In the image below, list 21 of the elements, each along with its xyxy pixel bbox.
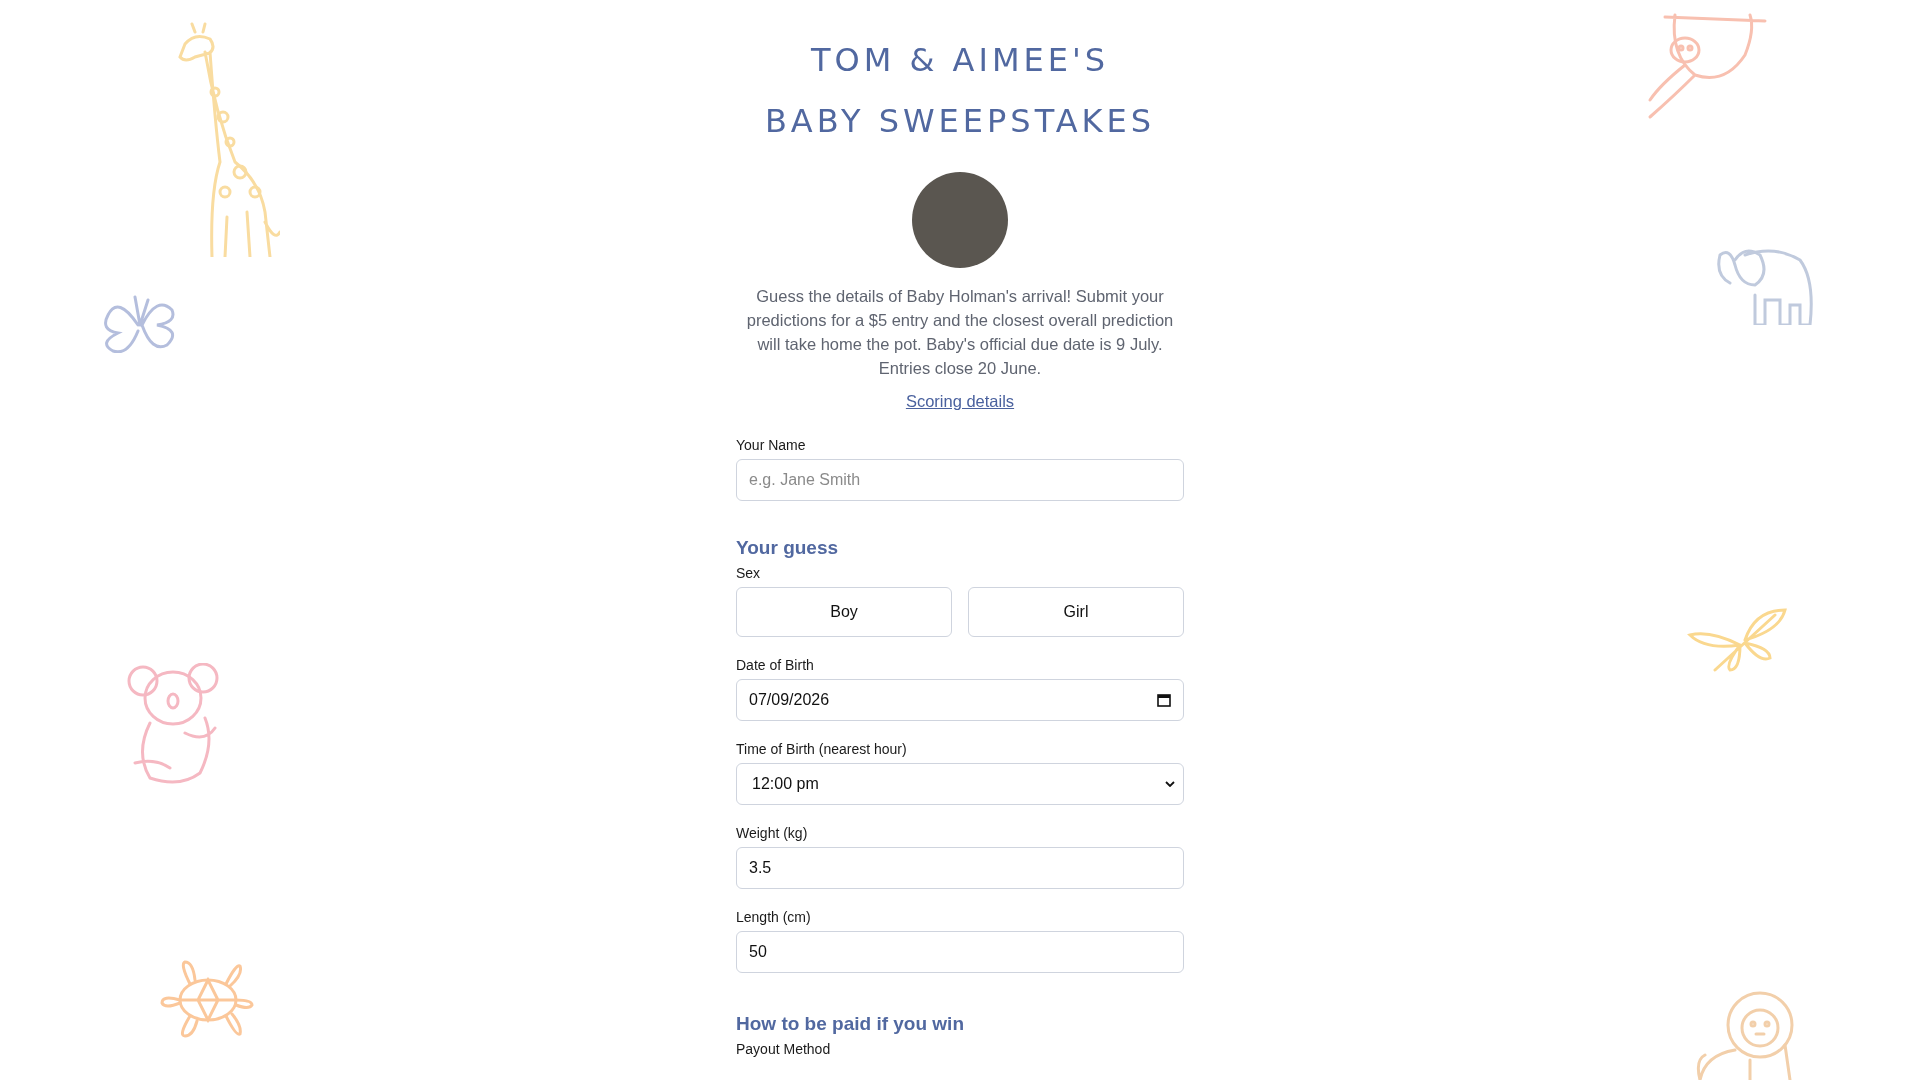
section-heading: How to be paid if you win — [736, 1013, 965, 1035]
number-input-field[interactable]: 3.5 — [736, 847, 1184, 889]
field-label: Payout Method — [736, 1041, 832, 1057]
number-input-field[interactable]: 50 — [736, 931, 1184, 973]
field-label: Length (cm) — [736, 909, 812, 925]
intro-text: Guess the details of Baby Holman's arrival! Submit your predictions for a $5 entry and the closest overall prediction will take home the pot. Baby's official due date is 9 July. Entries close 20 June. — [745, 286, 1175, 379]
field-label: Weight (kg) — [736, 825, 809, 841]
field-label: Date of Birth — [736, 657, 815, 673]
scoring-details-link[interactable]: Scoring details — [905, 392, 1015, 411]
field-label: Your Name — [736, 437, 807, 453]
name-input-field[interactable]: e.g. Jane Smith — [736, 459, 1184, 501]
sex-option-button[interactable]: Boy — [736, 587, 952, 637]
section-heading: Your guess — [736, 537, 840, 559]
time-select-field[interactable]: 12:00 pm — [736, 763, 1184, 805]
date-input-field[interactable]: 07/09/2026 — [736, 679, 1184, 721]
chevron-down-icon — [1165, 781, 1175, 787]
field-label: Sex — [736, 565, 762, 581]
sex-option-button[interactable]: Girl — [968, 587, 1184, 637]
field-label: Time of Birth (nearest hour) — [736, 741, 908, 757]
calendar-icon — [1157, 693, 1171, 707]
page-title: TOM & AIMEE'S BABY SWEEPSTAKES — [764, 40, 1156, 142]
